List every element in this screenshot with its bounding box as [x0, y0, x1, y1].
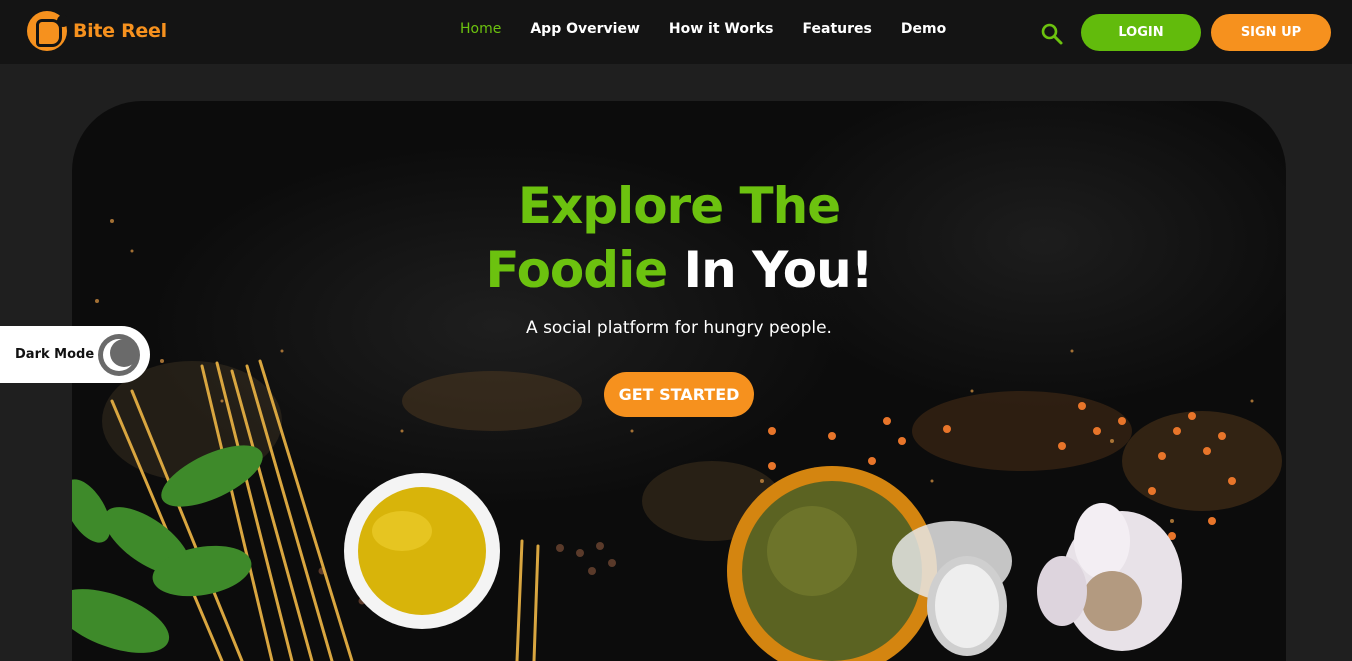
- nav-link-how-it-works[interactable]: How it Works: [669, 21, 774, 37]
- nav-links: Home App Overview How it Works Features …: [460, 21, 975, 37]
- bite-reel-logo-icon: [27, 11, 69, 51]
- top-navbar: Bite Reel Home App Overview How it Works…: [0, 0, 1352, 64]
- brand-name: Bite Reel: [73, 20, 167, 42]
- dark-mode-label: Dark Mode: [15, 347, 95, 362]
- nav-link-app-overview[interactable]: App Overview: [530, 21, 640, 37]
- moon-icon[interactable]: [98, 334, 140, 376]
- get-started-button[interactable]: GET STARTED: [604, 372, 754, 417]
- headline-in-you: In You!: [683, 241, 874, 299]
- hero-subtitle: A social platform for hungry people.: [526, 318, 832, 338]
- search-icon[interactable]: [1040, 22, 1064, 46]
- nav-link-features[interactable]: Features: [803, 21, 872, 37]
- headline-line1: Explore The: [517, 177, 841, 235]
- brand[interactable]: Bite Reel: [27, 11, 167, 51]
- hero-headline: Explore The Foodie In You!: [72, 174, 1286, 302]
- headline-foodie: Foodie: [485, 241, 668, 299]
- signup-button[interactable]: SIGN UP: [1211, 14, 1331, 51]
- login-button[interactable]: LOGIN: [1081, 14, 1201, 51]
- hero-section: Explore The Foodie In You! A social plat…: [72, 101, 1286, 661]
- nav-link-home[interactable]: Home: [460, 21, 501, 37]
- nav-link-demo[interactable]: Demo: [901, 21, 946, 37]
- dark-mode-toggle[interactable]: Dark Mode: [0, 326, 150, 383]
